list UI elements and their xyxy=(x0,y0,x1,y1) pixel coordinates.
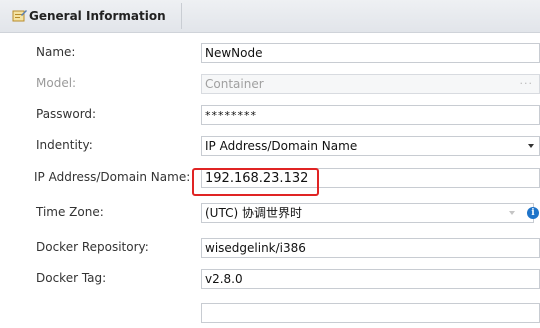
name-label: Name: xyxy=(36,45,76,59)
column-divider xyxy=(181,3,182,29)
password-input[interactable]: ******** xyxy=(201,105,540,125)
row-time-zone: Time Zone: (UTC) 协调世界时 i xyxy=(12,197,540,228)
time-zone-select[interactable]: (UTC) 协调世界时 i xyxy=(201,203,539,223)
info-icon[interactable]: i xyxy=(527,207,539,219)
docker-tag-value: v2.8.0 xyxy=(205,272,243,286)
identity-select[interactable]: IP Address/Domain Name xyxy=(201,136,540,156)
ip-address-label: IP Address/Domain Name: xyxy=(34,170,191,184)
row-model: Model: Container ··· xyxy=(12,68,540,99)
edit-form-icon xyxy=(12,10,27,22)
row-docker-repository: Docker Repository: wisedgelink/i386 xyxy=(12,232,540,263)
password-value: ******** xyxy=(205,109,257,122)
general-information-panel: General Information Name: NewNode Model:… xyxy=(0,0,540,323)
model-value: Container xyxy=(205,77,264,91)
chevron-down-icon[interactable] xyxy=(528,144,534,148)
row-partial xyxy=(12,297,540,328)
row-identity: Indentity: IP Address/Domain Name xyxy=(12,130,540,161)
section-header[interactable]: General Information xyxy=(0,0,540,33)
model-label: Model: xyxy=(36,76,77,90)
password-label: Password: xyxy=(36,107,97,121)
docker-repository-value: wisedgelink/i386 xyxy=(205,241,306,255)
section-title: General Information xyxy=(29,9,166,23)
more-button[interactable]: ··· xyxy=(520,75,534,93)
docker-tag-label: Docker Tag: xyxy=(36,271,107,285)
name-value: NewNode xyxy=(205,46,263,60)
docker-repository-label: Docker Repository: xyxy=(36,240,149,254)
row-name: Name: NewNode xyxy=(12,37,540,68)
partial-input[interactable] xyxy=(201,303,540,323)
time-zone-label: Time Zone: xyxy=(36,205,104,219)
docker-repository-input[interactable]: wisedgelink/i386 xyxy=(201,238,540,258)
name-input[interactable]: NewNode xyxy=(201,43,540,63)
model-input[interactable]: Container ··· xyxy=(201,74,540,94)
highlight-box xyxy=(192,168,319,196)
time-zone-value: (UTC) 协调世界时 xyxy=(205,206,302,220)
row-docker-tag: Docker Tag: v2.8.0 xyxy=(12,263,540,294)
docker-tag-input[interactable]: v2.8.0 xyxy=(201,269,540,289)
row-password: Password: ******** xyxy=(12,99,540,130)
identity-value: IP Address/Domain Name xyxy=(205,139,358,153)
identity-label: Indentity: xyxy=(36,138,93,152)
chevron-down-icon[interactable] xyxy=(509,211,515,215)
